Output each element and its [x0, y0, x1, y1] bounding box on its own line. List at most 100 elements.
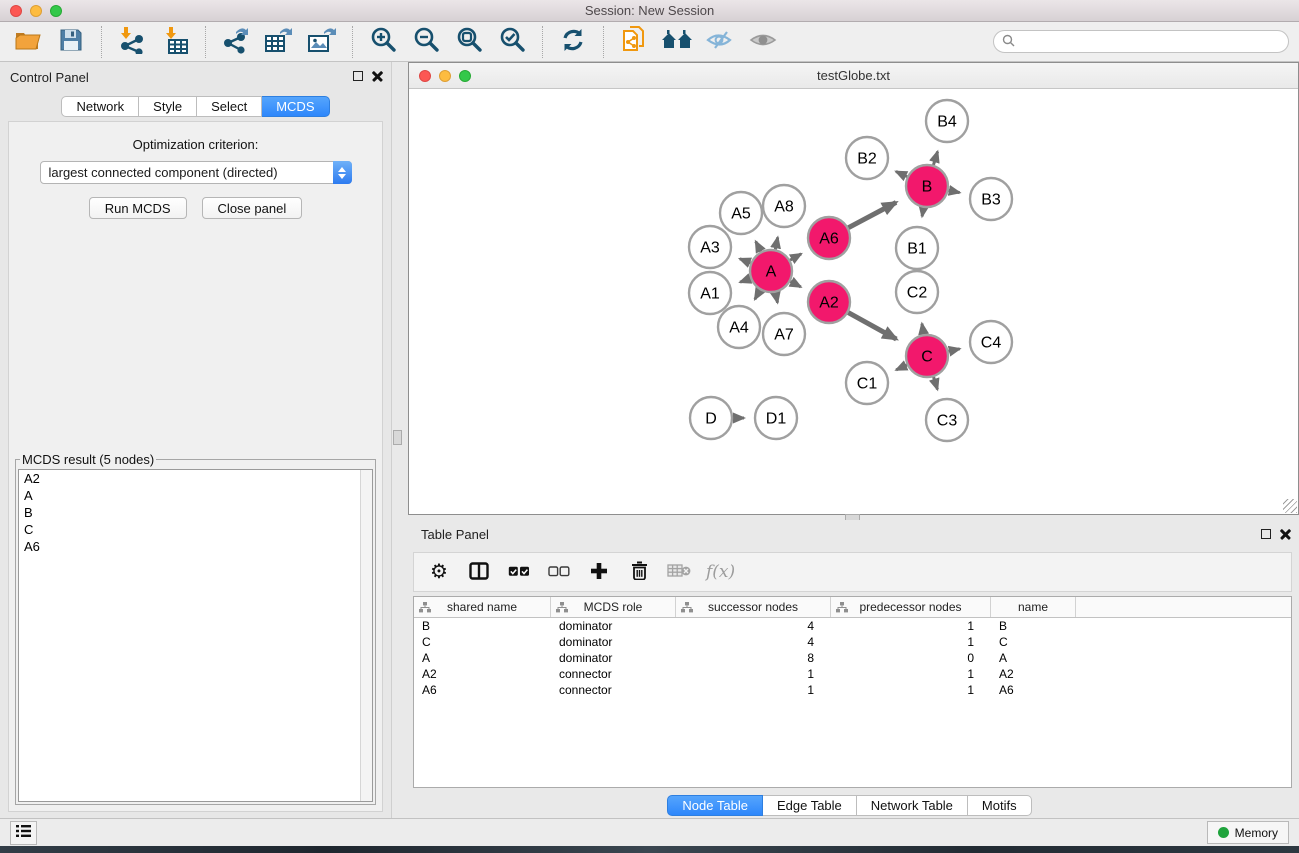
column-header-predecessor-nodes[interactable]: predecessor nodes [831, 597, 991, 617]
edge-A-A2[interactable] [790, 281, 800, 287]
column-header-successor-nodes[interactable]: successor nodes [676, 597, 831, 617]
mcds-result-item-c[interactable]: C [19, 521, 372, 538]
cell-shared-name-3[interactable]: A2 [414, 666, 551, 682]
window-resize-grip[interactable] [1283, 499, 1297, 513]
graph-node-d[interactable]: D [690, 397, 732, 439]
cell-name-1[interactable]: C [991, 634, 1076, 650]
edge-C-C2[interactable] [922, 324, 924, 335]
mcds-result-item-a2[interactable]: A2 [19, 470, 372, 487]
export-table-button[interactable] [261, 26, 297, 58]
minimize-network-window-button[interactable] [439, 70, 451, 82]
tab-edge-table[interactable]: Edge Table [763, 795, 857, 816]
minimize-window-button[interactable] [30, 5, 42, 17]
graph-node-c[interactable]: C [906, 335, 948, 377]
show-columns-button[interactable] [466, 558, 492, 586]
memory-button[interactable]: Memory [1207, 821, 1289, 844]
first-neighbors-button[interactable] [659, 26, 695, 58]
delete-columns-button[interactable] [626, 558, 652, 586]
graph-node-b[interactable]: B [906, 165, 948, 207]
graph-node-a2[interactable]: A2 [808, 281, 850, 323]
cell-successor-nodes-0[interactable]: 4 [676, 618, 831, 634]
graph-node-c3[interactable]: C3 [926, 399, 968, 441]
mcds-result-item-a6[interactable]: A6 [19, 538, 372, 555]
tab-network[interactable]: Network [61, 96, 139, 117]
tab-motifs[interactable]: Motifs [968, 795, 1032, 816]
cell-mcds-role-4[interactable]: connector [551, 682, 676, 698]
cell-predecessor-nodes-0[interactable]: 1 [831, 618, 991, 634]
close-panel-icon[interactable] [372, 70, 383, 81]
cell-shared-name-2[interactable]: A [414, 650, 551, 666]
cell-predecessor-nodes-1[interactable]: 1 [831, 634, 991, 650]
save-session-button[interactable] [53, 26, 89, 58]
graph-node-b2[interactable]: B2 [846, 137, 888, 179]
zoom-fit-button[interactable] [451, 26, 487, 58]
close-window-button[interactable] [10, 5, 22, 17]
table-row-b[interactable]: Bdominator41B [414, 618, 1291, 634]
criterion-dropdown[interactable]: largest connected component (directed) [40, 161, 352, 184]
graph-node-a7[interactable]: A7 [763, 313, 805, 355]
close-table-panel-icon[interactable] [1280, 528, 1291, 539]
destroy-table-button[interactable] [666, 558, 692, 586]
tab-mcds[interactable]: MCDS [262, 96, 329, 117]
edge-C-C3[interactable] [934, 377, 938, 389]
edge-B-B1[interactable] [922, 208, 923, 217]
search-input[interactable] [1020, 35, 1280, 49]
tab-style[interactable]: Style [139, 96, 197, 117]
cell-shared-name-1[interactable]: C [414, 634, 551, 650]
edge-A-A4[interactable] [755, 290, 760, 299]
edge-A-A5[interactable] [756, 241, 761, 251]
graph-node-a4[interactable]: A4 [718, 306, 760, 348]
refresh-button[interactable] [555, 26, 591, 58]
graph-node-c4[interactable]: C4 [970, 321, 1012, 363]
graph-node-a6[interactable]: A6 [808, 217, 850, 259]
show-all-button[interactable] [745, 26, 781, 58]
graph-node-c1[interactable]: C1 [846, 362, 888, 404]
zoom-window-button[interactable] [50, 5, 62, 17]
cell-name-2[interactable]: A [991, 650, 1076, 666]
edge-C-C1[interactable] [896, 365, 907, 370]
table-settings-button[interactable]: ⚙ [426, 558, 452, 586]
cell-shared-name-4[interactable]: A6 [414, 682, 551, 698]
graph-node-d1[interactable]: D1 [755, 397, 797, 439]
function-builder-button[interactable]: f(x) [706, 558, 735, 586]
graph-node-b3[interactable]: B3 [970, 178, 1012, 220]
edge-A-A6[interactable] [790, 254, 801, 260]
table-row-c[interactable]: Cdominator41C [414, 634, 1291, 650]
tab-node-table[interactable]: Node Table [667, 795, 763, 816]
cell-successor-nodes-4[interactable]: 1 [676, 682, 831, 698]
close-panel-button[interactable]: Close panel [202, 197, 303, 219]
cell-successor-nodes-2[interactable]: 8 [676, 650, 831, 666]
import-table-button[interactable] [157, 26, 193, 58]
edge-B-B3[interactable] [949, 190, 960, 192]
graph-node-a1[interactable]: A1 [689, 272, 731, 314]
mcds-result-item-a[interactable]: A [19, 487, 372, 504]
cell-mcds-role-3[interactable]: connector [551, 666, 676, 682]
graph-node-b4[interactable]: B4 [926, 100, 968, 142]
column-header-name[interactable]: name [991, 597, 1076, 617]
cell-predecessor-nodes-2[interactable]: 0 [831, 650, 991, 666]
edge-B-B2[interactable] [896, 172, 907, 177]
new-network-from-selection-button[interactable] [616, 26, 652, 58]
zoom-out-button[interactable] [408, 26, 444, 58]
vertical-splitter-handle[interactable] [393, 430, 402, 445]
mcds-list-scrollbar[interactable] [360, 470, 372, 801]
table-row-a6[interactable]: A6connector11A6 [414, 682, 1291, 698]
graph-node-a[interactable]: A [750, 250, 792, 292]
column-header-mcds-role[interactable]: MCDS role [551, 597, 676, 617]
cell-name-4[interactable]: A6 [991, 682, 1076, 698]
task-history-button[interactable] [10, 821, 37, 845]
edge-A-A3[interactable] [740, 259, 751, 263]
network-canvas[interactable]: B4B2BB3A5A8A6A3B1AA1C2A2A4A7CC1C4C3DD1 [409, 90, 1298, 514]
network-window-titlebar[interactable]: testGlobe.txt [409, 63, 1298, 89]
close-network-window-button[interactable] [419, 70, 431, 82]
graph-node-a8[interactable]: A8 [763, 185, 805, 227]
export-image-button[interactable] [304, 26, 340, 58]
graph-node-a5[interactable]: A5 [720, 192, 762, 234]
zoom-in-button[interactable] [365, 26, 401, 58]
cell-shared-name-0[interactable]: B [414, 618, 551, 634]
graph-node-b1[interactable]: B1 [896, 227, 938, 269]
cell-mcds-role-1[interactable]: dominator [551, 634, 676, 650]
unselect-all-columns-button[interactable] [546, 558, 572, 586]
run-mcds-button[interactable]: Run MCDS [89, 197, 187, 219]
column-header-shared-name[interactable]: shared name [414, 597, 551, 617]
